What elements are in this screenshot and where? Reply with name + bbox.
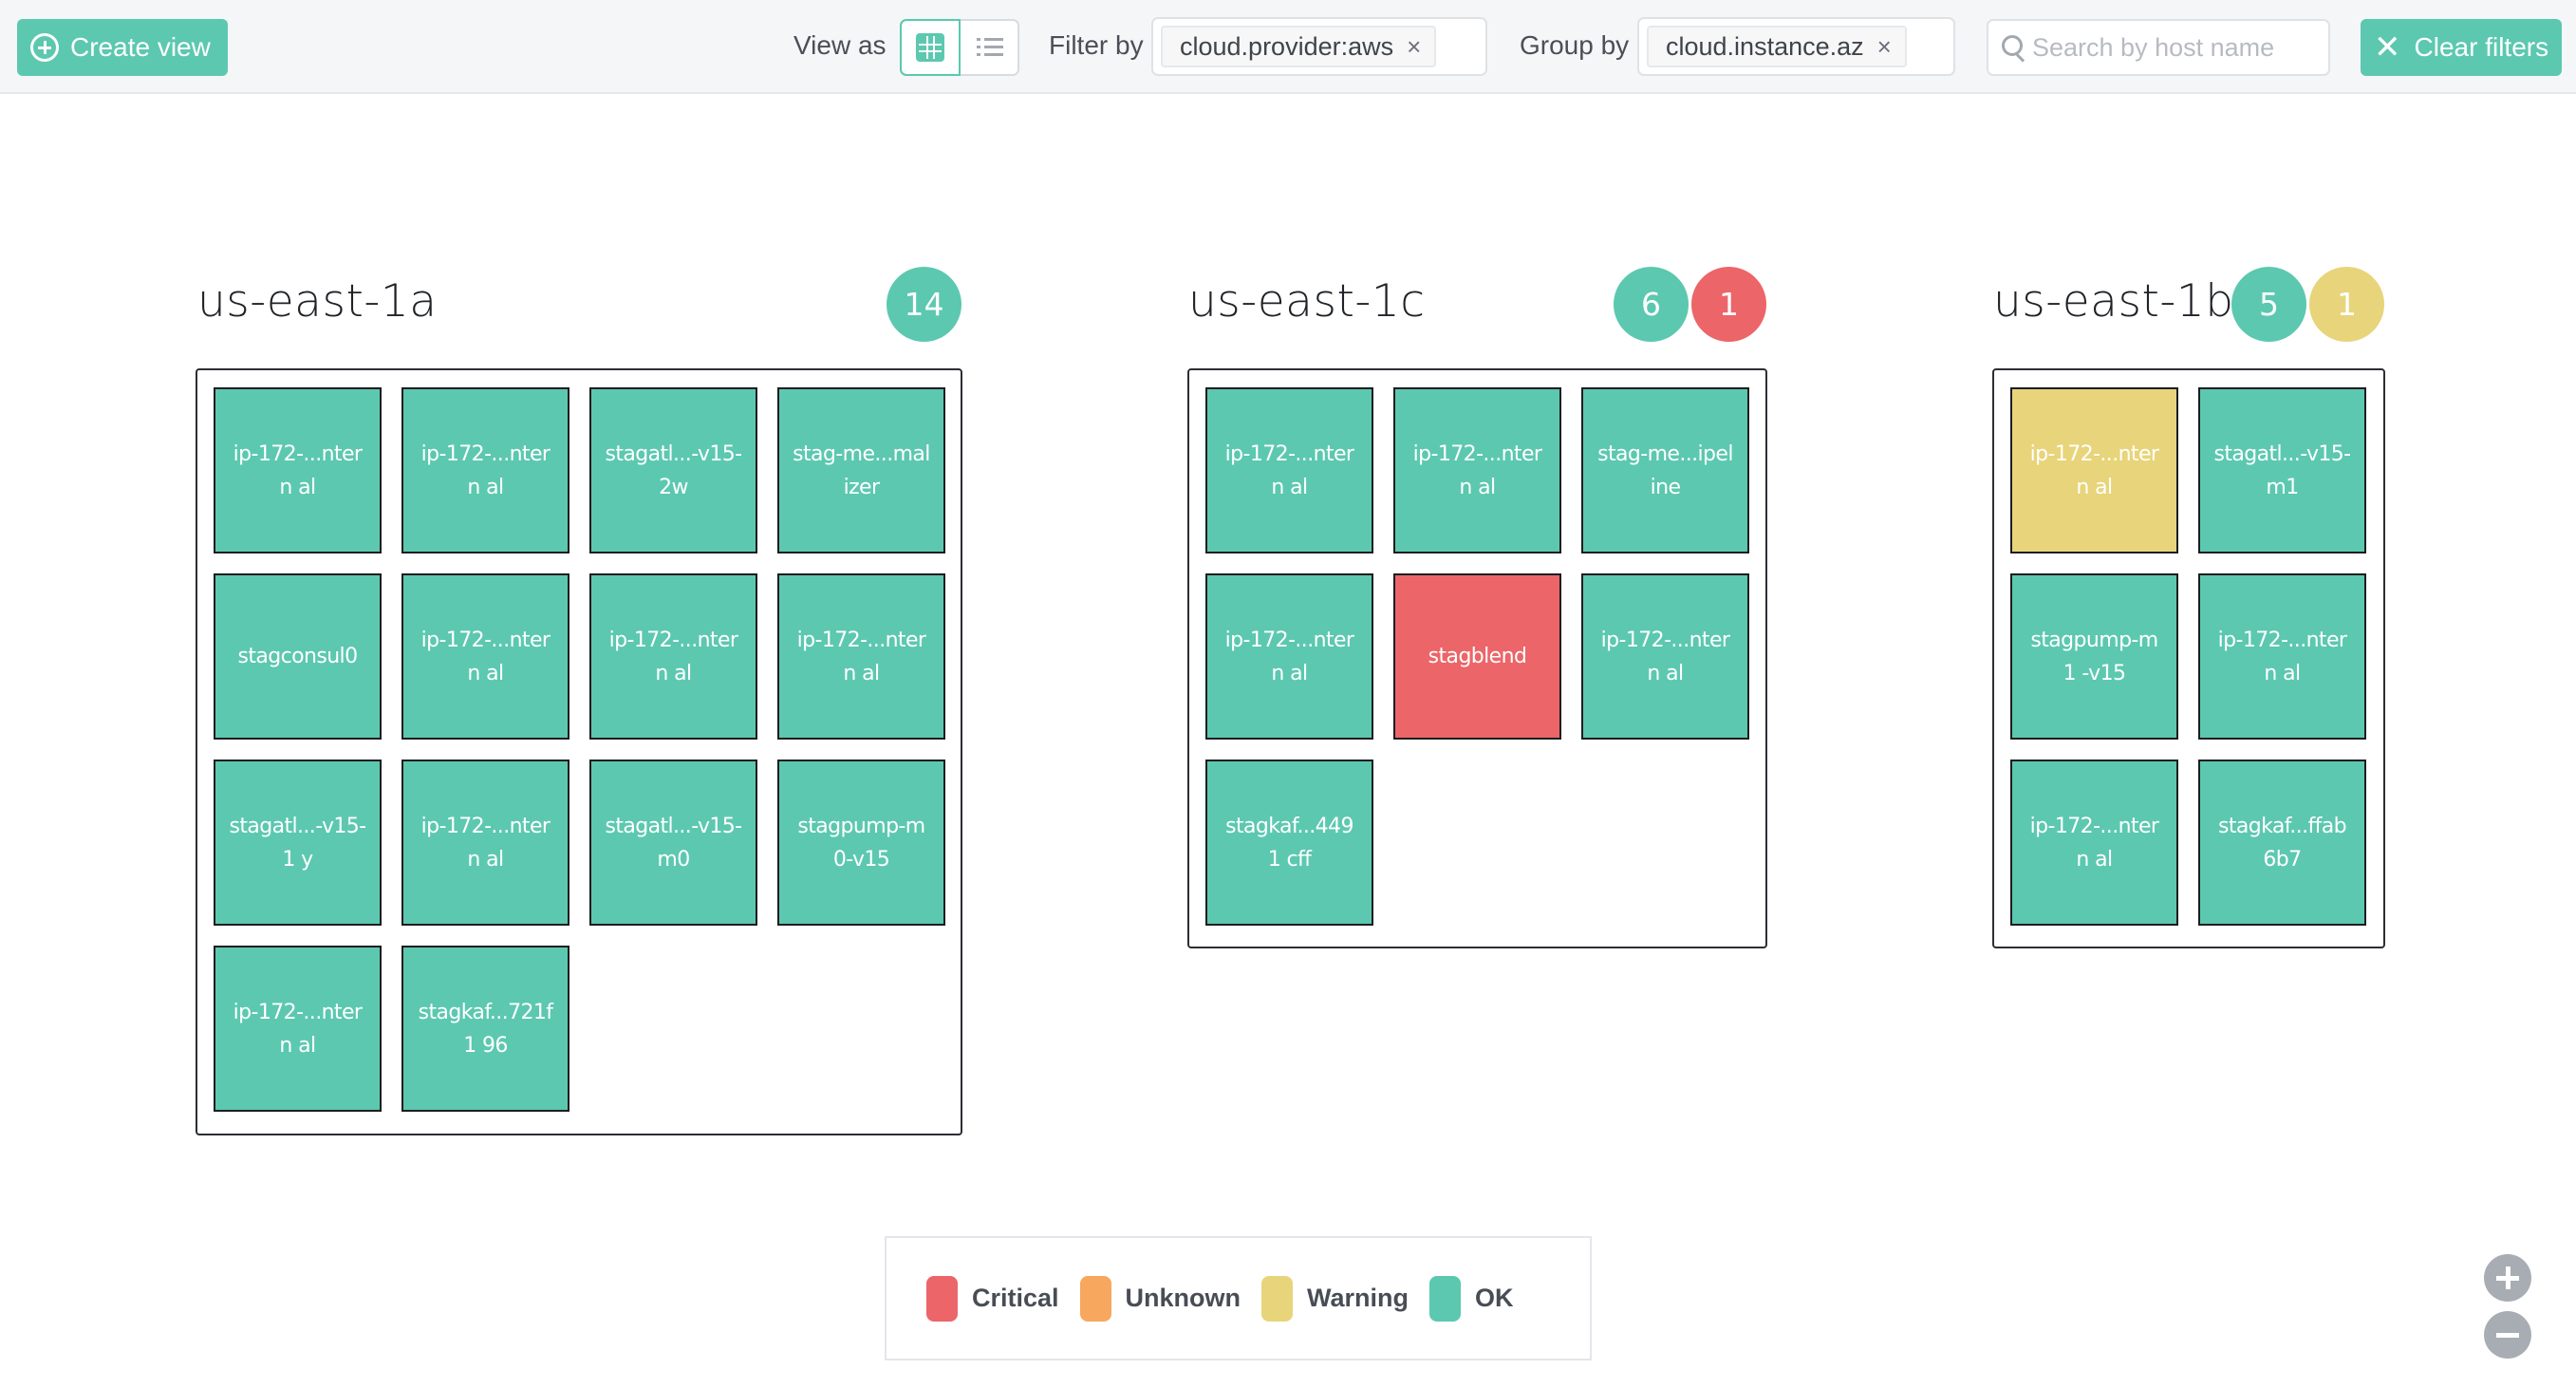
group-tag: cloud.instance.az × (1647, 26, 1907, 67)
host-tile-ok[interactable]: stag-me...mal izer (777, 387, 945, 553)
group-title: us-east-1c (1188, 275, 1426, 328)
host-tile-ok[interactable]: stag-me...ipel ine (1581, 387, 1749, 553)
group-by-label: Group by (1520, 30, 1630, 60)
host-tile-ok[interactable]: ip-172-...ntern al (2010, 760, 2178, 926)
host-tiles: ip-172-...ntern al ip-172-...ntern al stag… (214, 387, 945, 1112)
legend-label: Warning (1307, 1284, 1409, 1312)
legend-label: Critical (972, 1284, 1059, 1312)
zoom-out-button[interactable] (2484, 1311, 2531, 1359)
host-tile-ok[interactable]: stagkaf...4491 cff (1205, 760, 1373, 926)
host-tile-ok[interactable]: ip-172-...ntern al (214, 387, 382, 553)
host-search-field (1987, 19, 2330, 76)
remove-filter-tag-icon[interactable]: × (1407, 32, 1421, 62)
close-icon: ✕ (2374, 29, 2401, 66)
host-search-input[interactable] (2032, 32, 2317, 63)
host-tile-ok[interactable]: stagatl...-v15-1 y (214, 760, 382, 926)
group-tag-label: cloud.instance.az (1666, 31, 1864, 61)
filter-tag: cloud.provider:aws × (1161, 26, 1437, 67)
plus-circle-icon (30, 33, 59, 62)
legend-swatch (1261, 1275, 1294, 1322)
host-tile-ok[interactable]: ip-172-...ntern al (589, 573, 757, 740)
count-badge-warning: 1 (2309, 267, 2384, 342)
group-by-input[interactable]: cloud.instance.az × (1637, 17, 1955, 76)
host-tile-ok[interactable]: ip-172-...ntern al (1581, 573, 1749, 740)
view-as-label: View as (793, 30, 887, 60)
host-tile-ok[interactable]: ip-172-...ntern al (214, 946, 382, 1112)
count-badge-ok: 14 (887, 267, 961, 342)
group-title: us-east-1b (1993, 275, 2234, 328)
host-tile-ok[interactable]: stagatl...-v15- m0 (589, 760, 757, 926)
host-group-box: ip-172-...ntern al ip-172-...ntern al stag… (1187, 368, 1767, 948)
search-icon (2002, 35, 2023, 56)
toolbar: Create view View as Filter by cloud.prov… (0, 0, 2576, 94)
host-tile-ok[interactable]: stagkaf...ffab 6b7 (2198, 760, 2366, 926)
host-tiles: ip-172-...ntern al ip-172-...ntern al stag… (1205, 387, 1749, 926)
host-tile-ok[interactable]: ip-172-...ntern al (1393, 387, 1561, 553)
view-mode-toggle (900, 19, 1019, 76)
create-view-label: Create view (70, 32, 211, 62)
legend-label: OK (1475, 1284, 1514, 1312)
count-badge-ok: 5 (2231, 267, 2306, 342)
remove-group-tag-icon[interactable]: × (1877, 32, 1892, 62)
host-group-box: ip-172-...ntern al ip-172-...ntern al stag… (196, 368, 962, 1135)
host-tile-ok[interactable]: ip-172-...ntern al (1205, 573, 1373, 740)
legend-swatch (1429, 1275, 1462, 1322)
count-badge-critical: 1 (1691, 267, 1766, 342)
clear-filters-label: Clear filters (2414, 32, 2549, 62)
host-tile-ok[interactable]: stagkaf...721f1 96 (401, 946, 569, 1112)
legend-label: Unknown (1125, 1284, 1241, 1312)
host-tile-ok[interactable]: stagconsul0 (214, 573, 382, 740)
host-tile-ok[interactable]: ip-172-...ntern al (2198, 573, 2366, 740)
host-tile-ok[interactable]: ip-172-...ntern al (777, 573, 945, 740)
grid-view-button[interactable] (900, 19, 961, 76)
list-icon (977, 38, 1003, 57)
group-title: us-east-1a (197, 275, 438, 328)
legend-item-critical: Critical (926, 1275, 1059, 1322)
legend-swatch (1079, 1275, 1111, 1322)
filter-tag-label: cloud.provider:aws (1180, 31, 1394, 61)
host-tiles: ip-172-...ntern al stagatl...-v15- m1 stag… (2010, 387, 2366, 926)
host-tile-warning[interactable]: ip-172-...ntern al (2010, 387, 2178, 553)
host-tile-ok[interactable]: stagatl...-v15- m1 (2198, 387, 2366, 553)
list-view-button[interactable] (961, 19, 1019, 76)
legend-swatch (926, 1275, 958, 1322)
host-tile-ok[interactable]: ip-172-...ntern al (401, 387, 569, 553)
host-tile-ok[interactable]: stagpump-m1 -v15 (2010, 573, 2178, 740)
host-tile-ok[interactable]: stagatl...-v15- 2w (589, 387, 757, 553)
legend-item-unknown: Unknown (1079, 1275, 1241, 1322)
grid-icon (916, 33, 944, 62)
host-tile-ok[interactable]: ip-172-...ntern al (1205, 387, 1373, 553)
count-badge-ok: 6 (1614, 267, 1689, 342)
zoom-in-button[interactable] (2484, 1254, 2531, 1302)
host-tile-ok[interactable]: ip-172-...ntern al (401, 573, 569, 740)
host-tile-critical[interactable]: stagblend (1393, 573, 1561, 740)
legend-item-warning: Warning (1261, 1275, 1409, 1322)
clear-filters-button[interactable]: ✕ Clear filters (2361, 19, 2562, 76)
filter-input[interactable]: cloud.provider:aws × (1151, 17, 1487, 76)
legend-item-ok: OK (1429, 1275, 1514, 1322)
create-view-button[interactable]: Create view (17, 19, 228, 76)
filter-by-label: Filter by (1049, 30, 1144, 60)
host-tile-ok[interactable]: stagpump-m 0-v15 (777, 760, 945, 926)
host-tile-ok[interactable]: ip-172-...ntern al (401, 760, 569, 926)
status-legend: Critical Unknown Warning OK (885, 1236, 1592, 1360)
host-group-box: ip-172-...ntern al stagatl...-v15- m1 stag… (1992, 368, 2385, 948)
